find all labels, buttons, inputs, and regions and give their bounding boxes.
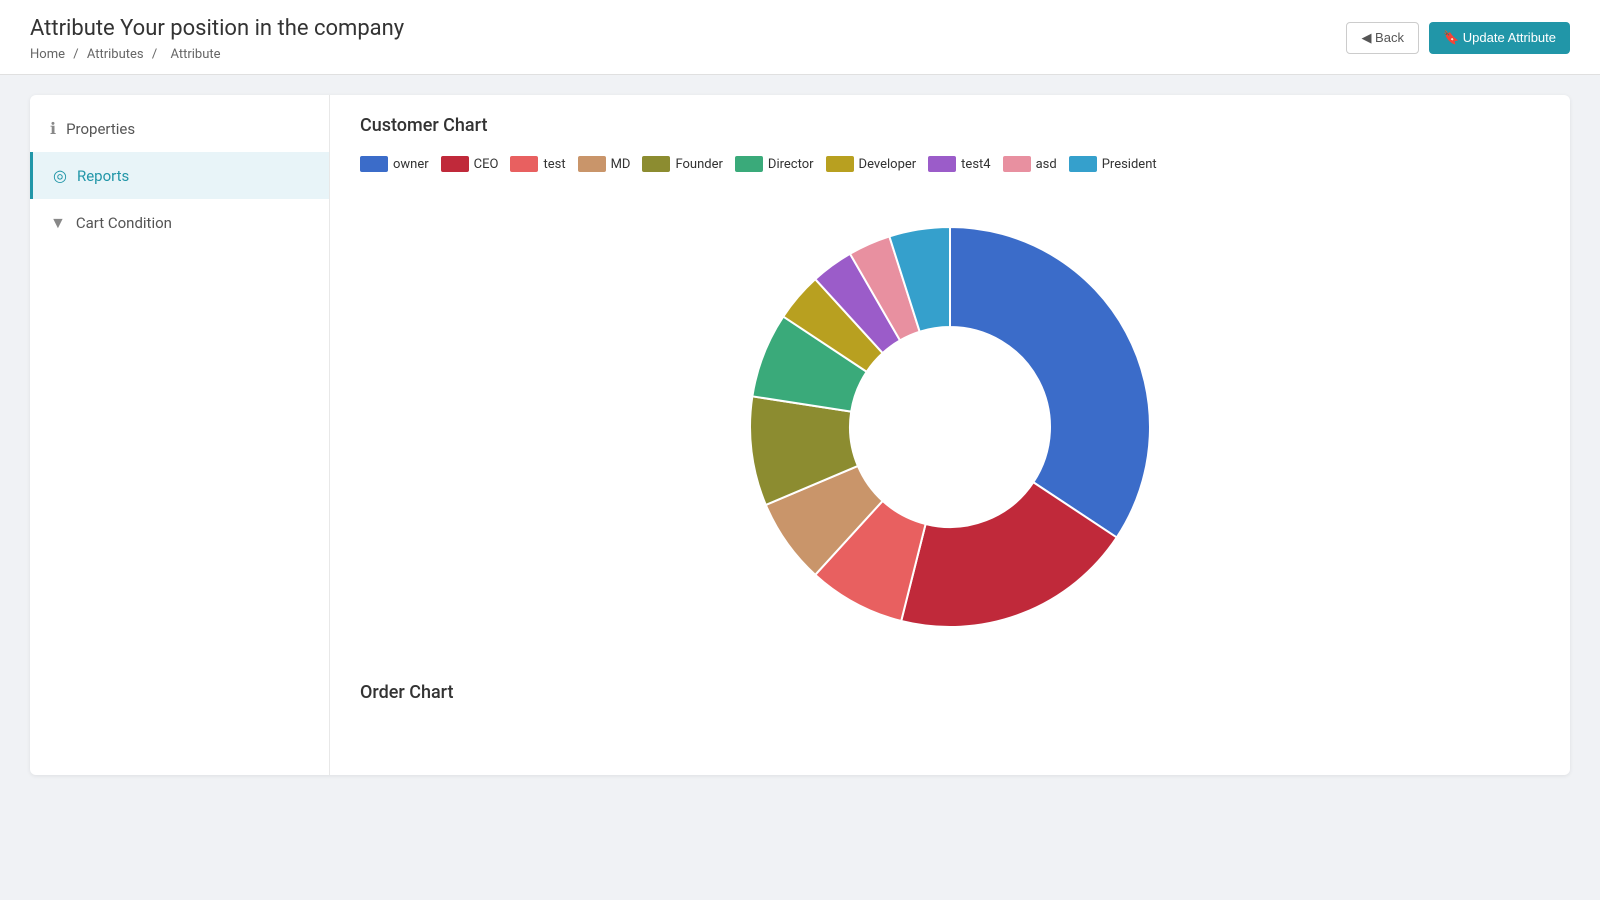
legend-color-swatch [735, 156, 763, 172]
legend-item: asd [1003, 156, 1057, 172]
legend-color-swatch [642, 156, 670, 172]
breadcrumb: Home / Attributes / Attribute [30, 47, 1570, 62]
header-actions: ◀ Back 🔖 Update Attribute [1346, 22, 1570, 54]
legend-label: asd [1036, 157, 1057, 172]
legend-item: test4 [928, 156, 990, 172]
sidebar-label-properties: Properties [66, 120, 135, 138]
legend-label: owner [393, 157, 429, 172]
legend-color-swatch [360, 156, 388, 172]
legend-color-swatch [928, 156, 956, 172]
sidebar-item-cart-condition[interactable]: ▼ Cart Condition [30, 199, 329, 247]
donut-center [850, 327, 1050, 527]
legend-label: Director [768, 157, 814, 172]
legend-item: Director [735, 156, 814, 172]
legend-color-swatch [826, 156, 854, 172]
legend-item: President [1069, 156, 1157, 172]
legend-color-swatch [578, 156, 606, 172]
chart-legend: owner CEO test MD Founder Director Developer te… [360, 156, 1540, 172]
breadcrumb-current: Attribute [170, 47, 220, 62]
customer-chart-title: Customer Chart [360, 115, 1540, 136]
legend-label: CEO [474, 157, 499, 172]
sidebar-label-reports: Reports [77, 167, 129, 185]
legend-color-swatch [441, 156, 469, 172]
info-icon: ℹ [50, 119, 56, 138]
legend-item: CEO [441, 156, 499, 172]
donut-chart-svg [725, 202, 1175, 652]
content-area: Customer Chart owner CEO test MD Founder Dire… [330, 95, 1570, 775]
legend-item: MD [578, 156, 631, 172]
legend-label: Founder [675, 157, 722, 172]
reports-icon: ◎ [53, 166, 67, 185]
legend-label: test4 [961, 157, 990, 172]
main-container: ℹ Properties ◎ Reports ▼ Cart Condition … [0, 75, 1600, 795]
filter-icon: ▼ [50, 213, 66, 233]
legend-color-swatch [1003, 156, 1031, 172]
content-card: ℹ Properties ◎ Reports ▼ Cart Condition … [30, 95, 1570, 775]
legend-label: MD [611, 157, 631, 172]
legend-item: owner [360, 156, 429, 172]
order-chart-title: Order Chart [360, 682, 1540, 703]
legend-item: test [510, 156, 565, 172]
legend-label: Developer [859, 157, 917, 172]
donut-chart-container [360, 192, 1540, 672]
legend-item: Founder [642, 156, 722, 172]
back-button[interactable]: ◀ Back [1346, 22, 1419, 54]
page-title: Attribute Your position in the company [30, 16, 1570, 41]
breadcrumb-attributes[interactable]: Attributes [87, 47, 144, 62]
update-attribute-button[interactable]: 🔖 Update Attribute [1429, 22, 1570, 54]
legend-color-swatch [510, 156, 538, 172]
legend-label: President [1102, 157, 1157, 172]
sidebar: ℹ Properties ◎ Reports ▼ Cart Condition [30, 95, 330, 775]
legend-item: Developer [826, 156, 917, 172]
sidebar-item-properties[interactable]: ℹ Properties [30, 105, 329, 152]
sidebar-item-reports[interactable]: ◎ Reports [30, 152, 329, 199]
sidebar-label-cart-condition: Cart Condition [76, 214, 172, 232]
breadcrumb-home[interactable]: Home [30, 47, 65, 62]
legend-color-swatch [1069, 156, 1097, 172]
legend-label: test [543, 157, 565, 172]
